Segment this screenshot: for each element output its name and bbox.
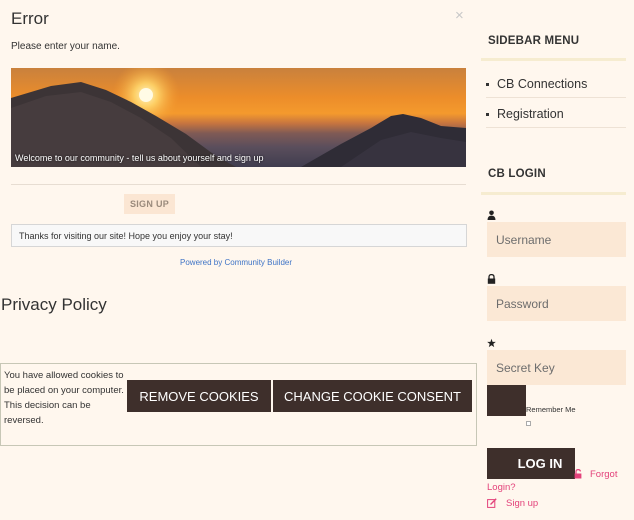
change-cookie-consent-button[interactable]: CHANGE COOKIE CONSENT [273,380,472,412]
sidebar-item-registration[interactable]: Registration [486,99,626,129]
menu-separator [486,127,626,128]
forgot-login-link[interactable]: Forgot [590,469,617,480]
forgot-login-link-continued[interactable]: Login? [487,482,516,493]
lock-icon [487,274,496,284]
unlock-icon [574,469,582,479]
signup-button[interactable]: SIGN UP [124,194,175,214]
divider [11,184,466,185]
bullet-icon [486,112,489,116]
welcome-message-box: Thanks for visiting our site! Hope you e… [11,224,467,247]
banner-caption: Welcome to our community - tell us about… [15,153,264,163]
remember-me-label: Remember Me [526,405,576,414]
error-message: Please enter your name. [11,41,120,52]
heading-underline [481,192,626,195]
community-banner-image: Welcome to our community - tell us about… [11,68,466,167]
cookie-notice-text: You have allowed cookies to be placed on… [4,370,124,426]
password-input[interactable] [487,286,626,321]
secret-key-input[interactable] [487,350,626,385]
login-button[interactable]: LOG IN [487,448,575,479]
signup-link[interactable]: Sign up [506,498,538,509]
user-icon [487,210,496,220]
sidebar-menu-title: SIDEBAR MENU [488,35,580,47]
remember-me-checkbox[interactable] [526,421,531,426]
sidebar-item-label: Registration [497,107,564,121]
privacy-policy-title: Privacy Policy [1,295,107,314]
cb-login-title: CB LOGIN [488,168,546,180]
menu-separator [486,97,626,98]
edit-icon [487,498,497,508]
sidebar-item-label: CB Connections [497,77,588,91]
remember-me-toggle[interactable] [487,385,526,416]
remove-cookies-button[interactable]: REMOVE COOKIES [127,380,271,412]
close-icon[interactable]: × [455,7,464,24]
star-icon [487,338,496,348]
modal-title: Error [11,9,49,28]
heading-underline [481,58,626,61]
bullet-icon [486,82,489,86]
sidebar-item-cb-connections[interactable]: CB Connections [486,69,626,99]
username-input[interactable] [487,222,626,257]
powered-by-link[interactable]: Powered by Community Builder [180,258,292,267]
